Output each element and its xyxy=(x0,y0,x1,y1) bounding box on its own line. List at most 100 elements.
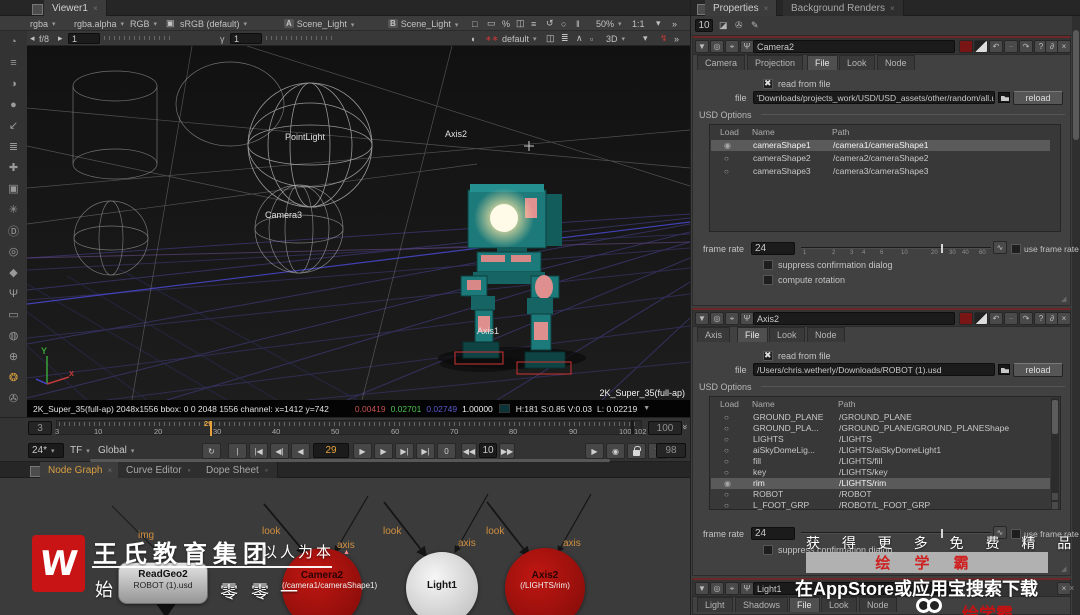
overflow-icon[interactable] xyxy=(672,17,677,30)
cube-icon[interactable] xyxy=(0,178,27,199)
select-arrow-icon[interactable] xyxy=(0,115,27,136)
tab-shadows[interactable]: Shadows xyxy=(735,597,789,612)
range-end-field[interactable]: 100 xyxy=(648,421,682,435)
close-icon[interactable] xyxy=(107,466,112,475)
panel-split-icon[interactable] xyxy=(546,32,555,45)
chevron-down-icon[interactable] xyxy=(656,17,661,30)
fps-dropdown[interactable]: 24* xyxy=(28,443,64,458)
usd-row[interactable]: GROUND_PLANE/GROUND_PLANE xyxy=(711,412,1050,423)
timeline-options-icon[interactable] xyxy=(681,424,691,429)
tools-icon[interactable] xyxy=(740,312,754,325)
compute-rotation-checkbox[interactable] xyxy=(763,275,773,285)
tools-icon[interactable] xyxy=(740,582,754,595)
depth-icon[interactable] xyxy=(0,220,27,241)
usd-row[interactable]: GROUND_PLA.../GROUND_PLANE/GROUND_PLANES… xyxy=(711,423,1050,434)
channel-mask-button[interactable] xyxy=(974,312,988,325)
play-forward-button[interactable] xyxy=(374,443,393,459)
chevron-down-icon[interactable] xyxy=(643,405,650,412)
pause-icon[interactable] xyxy=(576,17,580,30)
frame-rate-slider[interactable]: 1 2 3 4 6 10 20 30 40 60 xyxy=(801,242,991,256)
frame-step-field[interactable]: 10 xyxy=(479,443,497,458)
camera-icon[interactable] xyxy=(0,388,27,409)
collapse-icon[interactable] xyxy=(695,582,709,595)
step-forward-button[interactable] xyxy=(499,443,515,459)
tab-node-graph[interactable]: Node Graph xyxy=(40,462,122,478)
wipe-icon[interactable] xyxy=(516,17,525,30)
exposure-up-icon[interactable] xyxy=(58,32,63,45)
close-icon[interactable] xyxy=(1057,312,1071,325)
camera2-usd-table[interactable]: Load Name Path cameraShape1 /camera1/cam… xyxy=(709,124,1061,232)
radio-selected-icon[interactable] xyxy=(724,140,731,150)
timecode-mode-dropdown[interactable]: TF xyxy=(70,443,90,458)
node-name-field[interactable]: Light1 xyxy=(753,582,955,595)
undo-icon[interactable] xyxy=(989,312,1003,325)
lock-range-button[interactable] xyxy=(627,443,646,459)
format-frame-icon[interactable] xyxy=(472,17,477,30)
tab-node[interactable]: Node xyxy=(877,55,915,70)
tray-icon[interactable] xyxy=(0,304,27,325)
refresh-icon[interactable] xyxy=(546,17,554,30)
curve-icon[interactable] xyxy=(576,32,583,45)
scrollbar-thumb[interactable] xyxy=(1052,400,1058,434)
gain-slider[interactable] xyxy=(104,36,174,40)
tab-file[interactable]: File xyxy=(737,327,768,342)
frame-rate-slider[interactable] xyxy=(801,527,991,540)
tab-dope-sheet[interactable]: Dope Sheet xyxy=(198,462,278,478)
gamma-field[interactable]: 1 xyxy=(230,33,262,44)
file-path-field[interactable]: 'Downloads/projects_work/USD/USD_assets/… xyxy=(753,91,995,104)
usd-row[interactable]: cameraShape1 /camera1/cameraShape1 xyxy=(711,140,1050,151)
usd-row[interactable]: LIGHTS/LIGHTS xyxy=(711,434,1050,445)
center-icon[interactable] xyxy=(710,582,724,595)
goto-start-button[interactable] xyxy=(249,443,268,459)
light-icon[interactable] xyxy=(0,199,27,220)
suppress-dialog-checkbox[interactable] xyxy=(763,260,773,270)
close-icon[interactable] xyxy=(764,4,769,13)
next-keyframe-button[interactable] xyxy=(395,443,414,459)
play-backward-button[interactable] xyxy=(291,443,310,459)
in-point-button[interactable] xyxy=(228,443,247,459)
radio-icon[interactable] xyxy=(724,423,729,433)
usd-row[interactable]: cameraShape3 /camera3/cameraShape3 xyxy=(711,166,1050,177)
resize-grip[interactable] xyxy=(1061,566,1069,574)
overflow-icon[interactable] xyxy=(674,32,679,45)
timer-icon[interactable] xyxy=(0,31,27,52)
goto-end-button[interactable] xyxy=(416,443,435,459)
radio-icon[interactable] xyxy=(724,467,729,477)
list-icon[interactable] xyxy=(561,32,569,45)
suppress-dialog-checkbox[interactable] xyxy=(763,545,773,555)
close-icon[interactable] xyxy=(890,4,895,13)
proxy-icon[interactable] xyxy=(502,17,510,30)
pin-icon[interactable] xyxy=(719,20,728,31)
slider-handle[interactable] xyxy=(941,529,943,538)
frame-rate-field[interactable]: 24 xyxy=(751,527,795,540)
tab-look[interactable]: Look xyxy=(769,327,805,342)
center-icon[interactable] xyxy=(710,312,724,325)
color-swatch-button[interactable] xyxy=(959,312,973,325)
gain-field[interactable]: 1 xyxy=(68,33,100,44)
translate-icon[interactable] xyxy=(0,157,27,178)
tab-camera[interactable]: Camera xyxy=(697,55,746,70)
play-button[interactable] xyxy=(353,443,372,459)
panel-stack-count-field[interactable]: 10 xyxy=(695,19,713,32)
gamma-toggle-icon[interactable] xyxy=(166,17,175,30)
view-3d-dropdown[interactable]: 3D xyxy=(606,32,625,45)
tab-projection[interactable]: Projection xyxy=(747,55,804,70)
usd-row[interactable]: key/LIGHTS/key xyxy=(711,467,1050,478)
node-readgeo2[interactable]: ReadGeo2 ROBOT (1).usd xyxy=(118,562,208,604)
flipbook-button[interactable] xyxy=(585,443,604,459)
roi-icon[interactable] xyxy=(561,17,566,30)
shading-icon[interactable] xyxy=(0,73,27,94)
loop-mode-button[interactable] xyxy=(202,443,221,459)
input-b-selector[interactable]: B Scene_Light xyxy=(388,17,458,30)
scroll-down-button[interactable] xyxy=(1052,502,1058,509)
radio-selected-icon[interactable] xyxy=(724,478,731,488)
minimize-icon[interactable] xyxy=(1004,40,1018,53)
tab-properties[interactable]: Properties xyxy=(705,0,778,16)
3d-viewport[interactable]: PointLight Axis2 Camera3 Axis1 2K_Super_… xyxy=(27,46,690,400)
use-frame-rate-checkbox[interactable] xyxy=(1011,529,1021,539)
occlusion-icon[interactable] xyxy=(485,32,498,45)
reload-button[interactable]: reload xyxy=(1013,91,1063,105)
close-icon[interactable] xyxy=(1057,582,1071,595)
usd-row[interactable]: ROBOT/ROBOT xyxy=(711,489,1050,500)
menu-icon[interactable] xyxy=(0,52,27,73)
